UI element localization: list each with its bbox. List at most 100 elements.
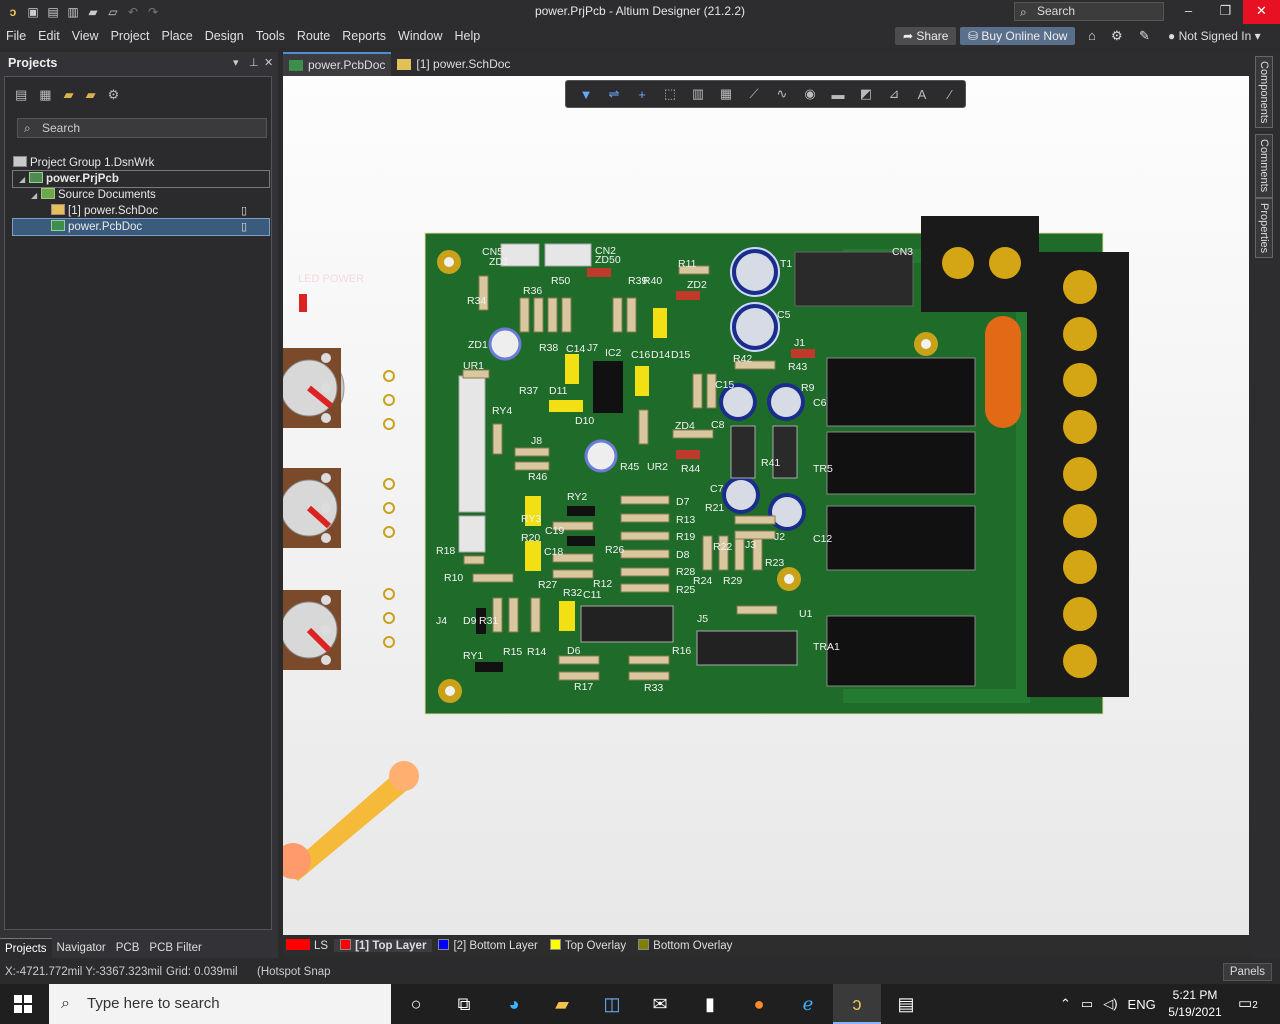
- minimize-button[interactable]: –: [1170, 0, 1207, 24]
- select-rect-icon[interactable]: ⬚: [656, 86, 684, 102]
- component-icon[interactable]: ▦: [712, 86, 740, 102]
- tab-properties[interactable]: Properties: [1255, 198, 1273, 258]
- via-icon[interactable]: ◉: [796, 86, 824, 102]
- open-folder-icon[interactable]: ▰: [86, 5, 100, 19]
- pin-icon[interactable]: ⊥: [249, 52, 259, 74]
- align-icon[interactable]: ▥: [684, 86, 712, 102]
- tab-schdoc[interactable]: [1] power.SchDoc: [391, 52, 516, 76]
- buy-online-button[interactable]: ⛁ Buy Online Now: [960, 27, 1076, 45]
- cortana-icon[interactable]: ○: [392, 984, 440, 1024]
- tab-pcbdoc[interactable]: power.PcbDoc: [283, 52, 392, 76]
- menu-tools[interactable]: Tools: [250, 24, 291, 48]
- crosshair-icon[interactable]: +: [628, 87, 656, 102]
- gear-icon[interactable]: ⚙: [1111, 27, 1123, 45]
- mail-icon[interactable]: ✉: [636, 984, 684, 1024]
- menu-window[interactable]: Window: [392, 24, 448, 48]
- menu-design[interactable]: Design: [199, 24, 250, 48]
- network-icon[interactable]: ▭: [1081, 996, 1093, 1012]
- tab-navigator[interactable]: Navigator: [51, 938, 111, 958]
- layer-set-button[interactable]: LS: [286, 938, 328, 952]
- notifications-button[interactable]: ▭2: [1238, 994, 1258, 1012]
- menu-edit[interactable]: Edit: [32, 24, 66, 48]
- layer-tab-bottom[interactable]: [2] Bottom Layer: [438, 938, 538, 952]
- projects-search-input[interactable]: ⌕ Search: [17, 118, 267, 138]
- pcb-view[interactable]: LED POWER CN5 ZD1 CN2 ZD50 R11 T1 CN3 R3…: [283, 76, 1249, 935]
- route-icon[interactable]: ⇌: [600, 86, 628, 102]
- compile-icon[interactable]: ▦: [39, 87, 51, 103]
- share-button[interactable]: ➦ Share: [895, 27, 957, 45]
- tab-components[interactable]: Components: [1255, 56, 1273, 128]
- menu-file[interactable]: File: [0, 24, 32, 48]
- fill-icon[interactable]: ▬: [824, 87, 852, 102]
- menu-reports[interactable]: Reports: [336, 24, 392, 48]
- svg-text:ZD50: ZD50: [595, 254, 621, 266]
- ie-icon[interactable]: ℯ: [784, 984, 832, 1024]
- interactive-route-icon[interactable]: ⟋: [740, 86, 768, 102]
- folder-options-icon[interactable]: ▰: [86, 87, 96, 103]
- gear-icon[interactable]: ⚙: [108, 87, 120, 103]
- menu-project[interactable]: Project: [105, 24, 156, 48]
- menu-route[interactable]: Route: [291, 24, 336, 48]
- layer-tab-top[interactable]: [1] Top Layer: [334, 938, 433, 952]
- expand-arrow-icon[interactable]: ◢: [31, 188, 41, 204]
- svg-text:C19: C19: [545, 525, 564, 537]
- media-icon[interactable]: ▮: [686, 984, 734, 1024]
- clock[interactable]: 5:21 PM 5/19/2021: [1160, 987, 1230, 1021]
- print-icon[interactable]: ▥: [66, 5, 80, 19]
- tree-item-schdoc[interactable]: [1] power.SchDoc ▯: [13, 203, 269, 219]
- edge-icon[interactable]: ◕: [490, 984, 538, 1024]
- panels-button[interactable]: Panels: [1222, 963, 1272, 981]
- store-icon[interactable]: ◫: [588, 984, 636, 1024]
- tree-item-source-documents[interactable]: ◢ Source Documents: [13, 187, 269, 203]
- line-icon[interactable]: ∕: [936, 87, 964, 102]
- tree-item-pcbdoc[interactable]: power.PcbDoc ▯: [12, 218, 270, 236]
- firefox-icon[interactable]: ●: [735, 984, 783, 1024]
- undo-icon[interactable]: ↶: [126, 5, 140, 19]
- layer-tab-top-overlay[interactable]: Top Overlay: [549, 938, 626, 952]
- tab-comments[interactable]: Comments: [1255, 134, 1273, 198]
- language-indicator[interactable]: ENG: [1128, 997, 1156, 1012]
- clock-date: 5/19/2021: [1168, 1005, 1222, 1019]
- menu-view[interactable]: View: [66, 24, 105, 48]
- filter-icon[interactable]: ▼: [572, 87, 600, 102]
- file-explorer-icon[interactable]: ▰: [538, 984, 586, 1024]
- panel-menu-icon[interactable]: ▾: [233, 52, 239, 74]
- svg-text:RY4: RY4: [492, 405, 512, 417]
- svg-text:R9: R9: [801, 382, 815, 394]
- extensions-icon[interactable]: ✎: [1139, 27, 1150, 45]
- close-button[interactable]: ✕: [1243, 0, 1280, 24]
- tab-pcb-filter[interactable]: PCB Filter: [144, 938, 207, 958]
- tree-item-pcb-project[interactable]: ◢ power.PrjPcb: [12, 170, 270, 188]
- dimension-icon[interactable]: ⊿: [880, 86, 908, 102]
- menu-help[interactable]: Help: [448, 24, 486, 48]
- sign-in-button[interactable]: ● Not Signed In ▾: [1168, 27, 1261, 45]
- text-icon[interactable]: A: [908, 87, 936, 102]
- global-search-input[interactable]: ⌕ Search: [1014, 2, 1164, 21]
- restore-button[interactable]: ❐: [1207, 0, 1244, 24]
- expand-arrow-icon[interactable]: ◢: [19, 172, 29, 188]
- open-folder-icon[interactable]: ▰: [64, 87, 74, 103]
- chevron-up-icon[interactable]: ⌃: [1060, 996, 1071, 1012]
- task-view-icon[interactable]: ⧉: [440, 984, 488, 1024]
- tab-pcb[interactable]: PCB: [110, 938, 145, 958]
- tab-projects[interactable]: Projects: [0, 938, 52, 958]
- volume-icon[interactable]: ◁): [1103, 996, 1117, 1012]
- close-panel-icon[interactable]: ✕: [264, 52, 273, 74]
- layer-tab-bottom-overlay[interactable]: Bottom Overlay: [638, 938, 732, 952]
- windows-start-icon[interactable]: [14, 995, 32, 1013]
- save-icon[interactable]: ▤: [15, 87, 27, 103]
- save-all-icon[interactable]: ▤: [46, 5, 60, 19]
- altium-taskbar-icon[interactable]: ↄ: [833, 984, 881, 1024]
- diff-pair-icon[interactable]: ∿: [768, 86, 796, 102]
- tree-item-project-group[interactable]: Project Group 1.DsnWrk: [13, 155, 269, 171]
- save-icon[interactable]: ▣: [26, 5, 40, 19]
- video-editor-icon[interactable]: ▤: [882, 984, 930, 1024]
- home-icon[interactable]: ⌂: [1088, 27, 1096, 45]
- open-project-icon[interactable]: ▱: [106, 5, 120, 19]
- polygon-icon[interactable]: ◩: [852, 86, 880, 102]
- pcb-canvas[interactable]: LED POWER CN5 ZD1 CN2 ZD50 R11 T1 CN3 R3…: [283, 76, 1249, 935]
- redo-icon[interactable]: ↷: [146, 5, 160, 19]
- svg-text:R45: R45: [620, 461, 639, 473]
- taskbar-search-input[interactable]: ⌕ Type here to search: [49, 984, 391, 1024]
- menu-place[interactable]: Place: [155, 24, 198, 48]
